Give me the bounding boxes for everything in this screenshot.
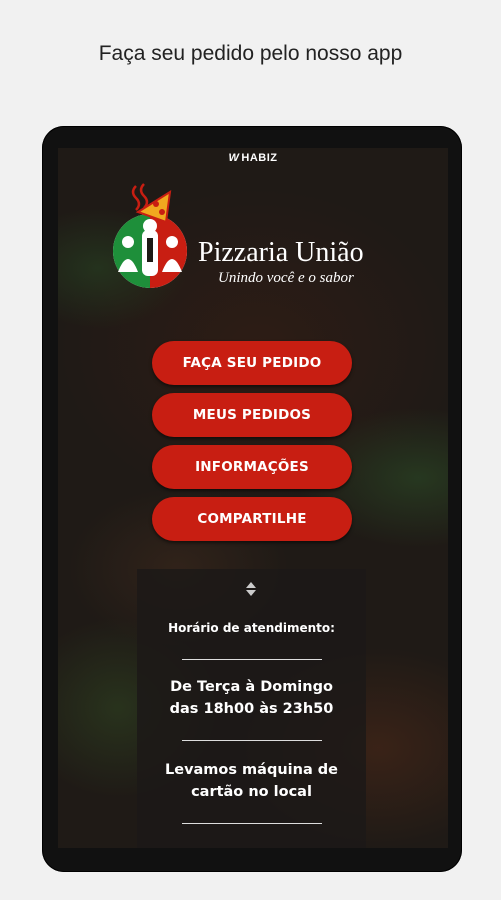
divider: [182, 659, 322, 660]
sort-arrows-icon[interactable]: [244, 579, 258, 599]
hours-line-2: das 18h00 às 23h50: [169, 701, 334, 717]
order-button[interactable]: FAÇA SEU PEDIDO: [152, 341, 352, 385]
info-panel: Horário de atendimento: De Terça à Domin…: [137, 569, 366, 848]
card-machine-line-1: Levamos máquina de: [165, 762, 338, 778]
habiz-logo-icon: W: [228, 152, 240, 164]
info-button[interactable]: INFORMAÇÕES: [152, 445, 352, 489]
app-screen: W HABIZ Pizzaria União Unindo você e o sa…: [58, 148, 448, 848]
pizzeria-slogan: Unindo você e o sabor: [218, 270, 354, 286]
habiz-brand-name: HABIZ: [241, 152, 278, 164]
my-orders-button[interactable]: MEUS PEDIDOS: [152, 393, 352, 437]
habiz-brand: W HABIZ: [58, 152, 448, 164]
card-machine-line-2: cartão no local: [191, 784, 312, 800]
hours-line-1: De Terça à Domingo: [170, 679, 333, 695]
divider: [182, 823, 322, 824]
promo-caption: Faça seu pedido pelo nosso app: [98, 42, 403, 65]
divider: [182, 740, 322, 741]
share-button[interactable]: COMPARTILHE: [152, 497, 352, 541]
hours-heading: Horário de atendimento:: [168, 621, 335, 635]
pizzeria-name: Pizzaria União: [198, 237, 364, 268]
